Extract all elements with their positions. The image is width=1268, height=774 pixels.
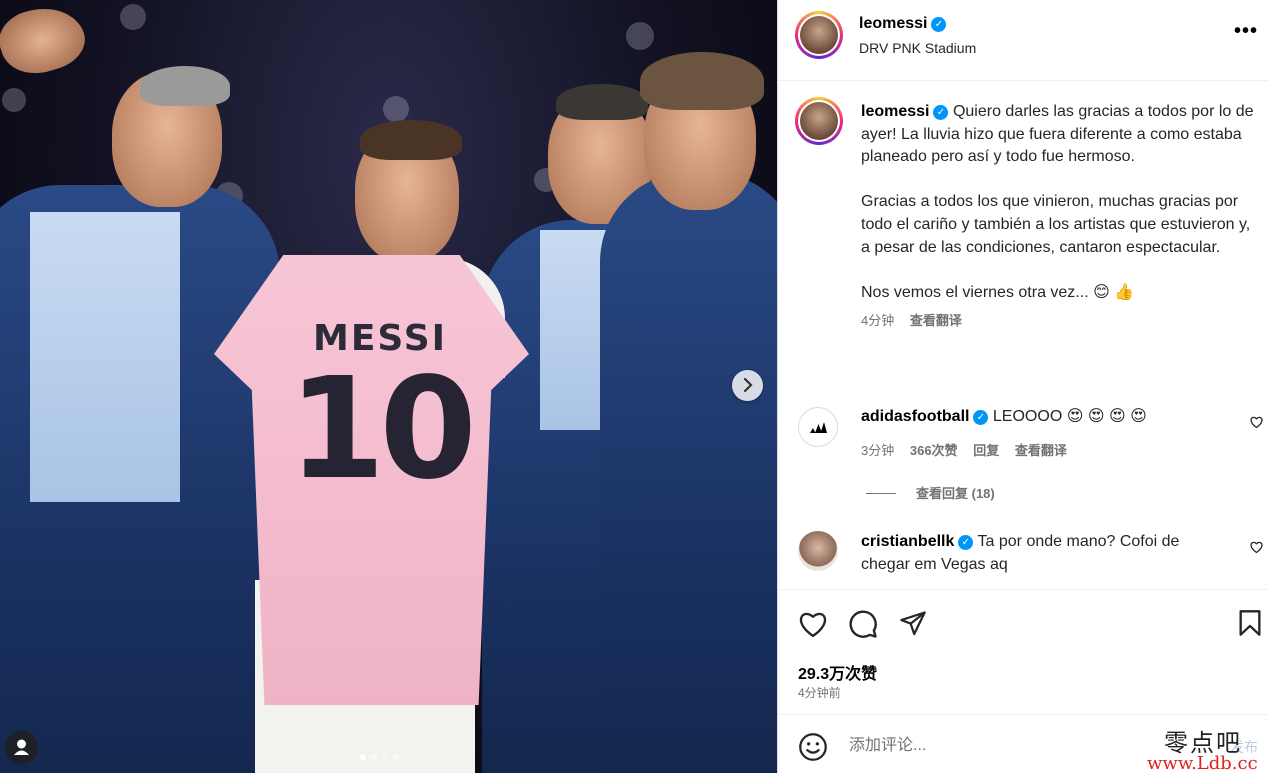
comment-username[interactable]: adidasfootball	[861, 408, 969, 425]
bokeh-light	[383, 96, 409, 122]
author-avatar[interactable]	[795, 11, 843, 59]
avatar-photo	[800, 102, 838, 140]
comment-translate-link[interactable]: 查看翻译	[1015, 443, 1067, 458]
bokeh-light	[626, 22, 654, 50]
right-man-hair	[556, 84, 648, 120]
bokeh-light	[120, 4, 146, 30]
view-replies-label: 查看回复 (18)	[916, 486, 995, 501]
carousel-dot	[371, 754, 377, 760]
share-send-icon[interactable]	[899, 609, 927, 642]
verified-badge-icon: ✓	[931, 17, 947, 32]
comment-like-heart-icon[interactable]	[1250, 541, 1263, 556]
post-timestamp: 4分钟前	[798, 686, 841, 700]
player-hair	[360, 120, 462, 160]
caption-translate-link[interactable]: 查看翻译	[910, 313, 962, 328]
carousel-dot	[393, 754, 399, 760]
likes-count[interactable]: 29.3万次赞	[798, 660, 877, 684]
save-bookmark-icon[interactable]	[1238, 609, 1262, 642]
caption-paragraph-2: Gracias a todos los que vinieron, muchas…	[861, 193, 1251, 256]
comment-bubble-icon[interactable]	[848, 609, 878, 644]
post-panel: leomessi ✓ DRV PNK Stadium ••• leomessi ✓ …	[777, 0, 1268, 774]
emoji-smile-icon[interactable]	[798, 732, 828, 767]
user-icon	[14, 739, 29, 755]
add-comment-bar: 发布 零点吧 www.Ldb.cc	[778, 714, 1268, 774]
comment-time: 3分钟	[861, 443, 895, 458]
post-location[interactable]: DRV PNK Stadium	[859, 40, 976, 56]
replies-divider	[866, 493, 896, 494]
caption-meta: 4分钟 查看翻译	[861, 310, 1256, 333]
bokeh-light	[2, 88, 26, 112]
carousel-indicator	[360, 754, 399, 760]
comment-meta: 3分钟 366次赞 回复 查看翻译	[861, 440, 1079, 459]
verified-badge-icon: ✓	[958, 535, 974, 550]
comment-body: cristianbellk ✓ Ta por onde mano? Cofoi d…	[861, 531, 1231, 576]
post-actions: 29.3万次赞 4分钟前	[778, 589, 1268, 715]
comment-likes[interactable]: 366次赞	[910, 443, 958, 458]
caption-paragraph-3: Nos vemos el viernes otra vez... 😊 👍	[861, 283, 1135, 301]
carousel-dot	[382, 754, 388, 760]
tagged-users-button[interactable]	[5, 731, 38, 764]
author-name-row: leomessi ✓	[859, 15, 947, 33]
avatar-photo	[800, 16, 838, 54]
far-right-man-suit	[600, 172, 777, 773]
adidas-logo-icon	[810, 422, 827, 433]
post-header: leomessi ✓ DRV PNK Stadium •••	[778, 0, 1268, 81]
left-man-hair	[140, 66, 230, 106]
post-media[interactable]: MESSI 10	[0, 0, 777, 773]
watermark-url-text: www.Ldb.cc	[1147, 753, 1258, 774]
adidas-avatar[interactable]	[798, 407, 838, 447]
view-replies-button[interactable]: 查看回复 (18)	[866, 483, 995, 502]
comment-text: LEOOOO 😍 😍 😍 😍	[992, 408, 1147, 425]
caption-author-avatar[interactable]	[795, 97, 843, 145]
comment-username[interactable]: cristianbellk	[861, 533, 954, 550]
far-right-man-hair	[640, 52, 764, 110]
post-caption: leomessi ✓ Quiero darles las gracias a to…	[861, 101, 1256, 333]
more-options-icon[interactable]: •••	[1234, 20, 1258, 43]
verified-badge-icon: ✓	[933, 105, 949, 120]
carousel-dot-active	[360, 754, 366, 760]
carousel-next-button[interactable]	[732, 370, 763, 401]
left-man-shirt	[30, 212, 180, 502]
chevron-right-icon	[743, 377, 753, 393]
caption-username[interactable]: leomessi	[861, 103, 929, 120]
like-heart-icon[interactable]	[798, 610, 828, 643]
jersey-number-text: 10	[288, 348, 477, 511]
caption-paragraph-1: leomessi ✓ Quiero darles las gracias a to…	[861, 101, 1256, 169]
caption-time: 4分钟	[861, 313, 895, 329]
author-username[interactable]: leomessi	[859, 15, 927, 32]
add-comment-input[interactable]	[847, 732, 1131, 760]
comment-reply-button[interactable]: 回复	[973, 443, 999, 458]
waving-hand	[0, 0, 92, 84]
comment-like-heart-icon[interactable]	[1250, 416, 1263, 431]
comment-body: adidasfootball ✓ LEOOOO 😍 😍 😍 😍	[861, 406, 1231, 429]
verified-badge-icon: ✓	[973, 410, 989, 425]
cristianbellk-avatar[interactable]	[798, 531, 838, 571]
